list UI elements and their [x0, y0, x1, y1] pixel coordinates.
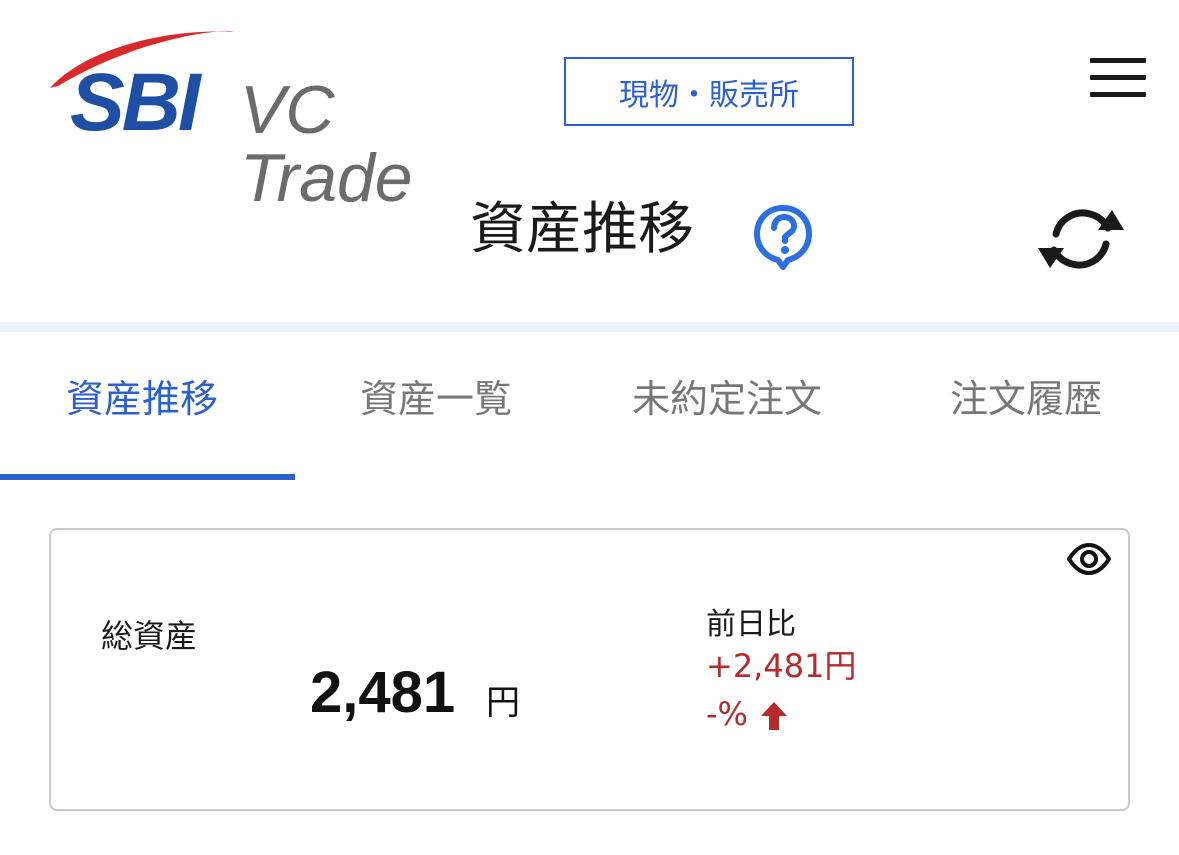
section-divider [0, 322, 1179, 332]
day-change-value: +2,481円 [706, 647, 857, 685]
hamburger-menu-icon[interactable] [1090, 58, 1146, 98]
eye-icon[interactable] [1066, 542, 1112, 576]
total-assets-card [49, 528, 1130, 811]
active-tab-indicator [0, 474, 295, 480]
tab-open-orders[interactable]: 未約定注文 [632, 380, 822, 418]
tab-asset-trend[interactable]: 資産推移 [66, 380, 218, 418]
tab-order-history[interactable]: 注文履歴 [950, 380, 1102, 418]
app-screen: SBI VC Trade 現物・販売所 資産推移 資産推移 資産一覧 未約定注文… [0, 0, 1179, 855]
total-assets-unit: 円 [486, 683, 520, 723]
day-change-percent: -% [706, 695, 748, 733]
logo-sbi-text: SBI [70, 57, 201, 148]
total-assets-label: 総資産 [101, 617, 198, 655]
up-arrow-icon [760, 700, 788, 732]
refresh-icon[interactable] [1036, 204, 1126, 274]
logo-vc-trade-text: VC Trade [240, 72, 413, 216]
total-assets-value: 2,481 [310, 660, 456, 725]
spot-exchange-badge[interactable]: 現物・販売所 [564, 57, 854, 126]
day-change-label: 前日比 [706, 607, 796, 642]
sbi-vc-trade-logo[interactable]: SBI VC Trade [44, 20, 524, 212]
question-bubble-icon[interactable] [752, 204, 814, 270]
page-title: 資産推移 [470, 197, 694, 262]
tab-bar: 資産推移 資産一覧 未約定注文 注文履歴 [0, 332, 1179, 480]
tab-asset-list[interactable]: 資産一覧 [360, 380, 512, 418]
